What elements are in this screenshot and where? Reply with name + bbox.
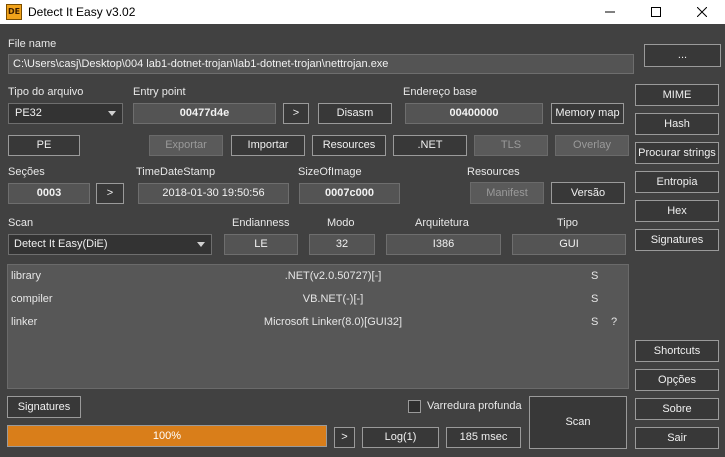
mode-label: Modo bbox=[327, 217, 355, 229]
file-type-label: Tipo do arquivo bbox=[8, 86, 84, 98]
base-address-field[interactable]: 00400000 bbox=[405, 103, 543, 124]
chevron-down-icon bbox=[108, 111, 116, 116]
close-button[interactable] bbox=[679, 0, 725, 24]
scan-label: Scan bbox=[8, 217, 34, 229]
file-name-label: File name bbox=[8, 38, 57, 50]
maximize-icon bbox=[651, 7, 661, 17]
file-type-value: PE32 bbox=[15, 107, 42, 119]
import-button[interactable]: Importar bbox=[231, 135, 305, 156]
scan-button[interactable]: Scan bbox=[529, 396, 627, 449]
result-name: Microsoft Linker(8.0)[GUI32] bbox=[263, 316, 403, 328]
timestamp-label: TimeDateStamp bbox=[136, 166, 216, 178]
strings-button[interactable]: Procurar strings bbox=[635, 142, 719, 164]
minimize-button[interactable] bbox=[587, 0, 633, 24]
overlay-button[interactable]: Overlay bbox=[555, 135, 629, 156]
window-title: Detect It Easy v3.02 bbox=[28, 5, 136, 19]
net-button[interactable]: .NET bbox=[393, 135, 467, 156]
resources-group-label: Resources bbox=[467, 166, 520, 178]
progress-bar: 100% bbox=[7, 425, 327, 447]
sections-field[interactable]: 0003 bbox=[8, 183, 90, 204]
pe-button[interactable]: PE bbox=[8, 135, 80, 156]
signatures-side-button[interactable]: Signatures bbox=[635, 229, 719, 251]
result-extra: ? bbox=[611, 316, 618, 328]
architecture-label: Arquitetura bbox=[415, 217, 469, 229]
browse-button[interactable]: ... bbox=[644, 44, 721, 67]
app-icon: DE bbox=[6, 4, 22, 20]
entropy-button[interactable]: Entropia bbox=[635, 171, 719, 193]
hex-button[interactable]: Hex bbox=[635, 200, 719, 222]
result-name: VB.NET(-)[-] bbox=[302, 293, 364, 305]
scan-engine-select[interactable]: Detect It Easy(DiE) bbox=[8, 234, 212, 255]
entry-point-field[interactable]: 00477d4e bbox=[133, 103, 276, 124]
minimize-icon bbox=[605, 11, 615, 13]
result-row[interactable]: library .NET(v2.0.50727)[-] S bbox=[8, 266, 628, 288]
mime-button[interactable]: MIME bbox=[635, 84, 719, 106]
resources-button[interactable]: Resources bbox=[312, 135, 386, 156]
deep-scan-checkbox[interactable] bbox=[408, 400, 421, 413]
signatures-button[interactable]: Signatures bbox=[7, 396, 81, 418]
result-flag: S bbox=[591, 316, 599, 328]
scan-engine-value: Detect It Easy(DiE) bbox=[14, 238, 108, 250]
scan-time-display: 185 msec bbox=[446, 427, 521, 448]
size-of-image-label: SizeOfImage bbox=[298, 166, 362, 178]
exit-button[interactable]: Sair bbox=[635, 427, 719, 449]
endianness-field: LE bbox=[224, 234, 298, 255]
mode-field: 32 bbox=[309, 234, 375, 255]
tls-button[interactable]: TLS bbox=[474, 135, 548, 156]
endianness-label: Endianness bbox=[232, 217, 290, 229]
manifest-button[interactable]: Manifest bbox=[470, 182, 544, 204]
log-button[interactable]: Log(1) bbox=[362, 427, 439, 448]
result-row[interactable]: compiler VB.NET(-)[-] S bbox=[8, 289, 628, 311]
entry-point-label: Entry point bbox=[133, 86, 186, 98]
chevron-down-icon bbox=[197, 242, 205, 247]
result-flag: S bbox=[591, 293, 599, 305]
size-of-image-field[interactable]: 0007c000 bbox=[299, 183, 400, 204]
results-list: library .NET(v2.0.50727)[-] S compiler V… bbox=[7, 264, 629, 389]
version-button[interactable]: Versão bbox=[551, 182, 625, 204]
export-button[interactable]: Exportar bbox=[149, 135, 223, 156]
result-type: library bbox=[11, 270, 41, 282]
title-bar: DE Detect It Easy v3.02 bbox=[0, 0, 725, 24]
hash-button[interactable]: Hash bbox=[635, 113, 719, 135]
type-field: GUI bbox=[512, 234, 626, 255]
options-button[interactable]: Opções bbox=[635, 369, 719, 391]
result-flag: S bbox=[591, 270, 599, 282]
result-name: .NET(v2.0.50727)[-] bbox=[284, 270, 382, 282]
entry-point-go-button[interactable]: > bbox=[283, 103, 309, 124]
about-button[interactable]: Sobre bbox=[635, 398, 719, 420]
result-row[interactable]: linker Microsoft Linker(8.0)[GUI32] S ? bbox=[8, 312, 628, 334]
result-type: linker bbox=[11, 316, 38, 328]
maximize-button[interactable] bbox=[633, 0, 679, 24]
result-type: compiler bbox=[11, 293, 53, 305]
shortcuts-button[interactable]: Shortcuts bbox=[635, 340, 719, 362]
timestamp-field[interactable]: 2018-01-30 19:50:56 bbox=[138, 183, 289, 204]
base-address-label: Endereço base bbox=[403, 86, 477, 98]
sections-label: Seções bbox=[8, 166, 45, 178]
disasm-button[interactable]: Disasm bbox=[318, 103, 392, 124]
file-type-select[interactable]: PE32 bbox=[8, 103, 123, 124]
type-label: Tipo bbox=[557, 217, 578, 229]
log-go-button[interactable]: > bbox=[334, 427, 355, 448]
memory-map-button[interactable]: Memory map bbox=[551, 103, 624, 124]
file-name-field[interactable]: C:\Users\casj\Desktop\004 lab1-dotnet-tr… bbox=[8, 54, 634, 74]
sections-go-button[interactable]: > bbox=[96, 183, 124, 204]
close-icon bbox=[697, 7, 707, 17]
deep-scan-label: Varredura profunda bbox=[427, 400, 522, 412]
architecture-field: I386 bbox=[386, 234, 501, 255]
